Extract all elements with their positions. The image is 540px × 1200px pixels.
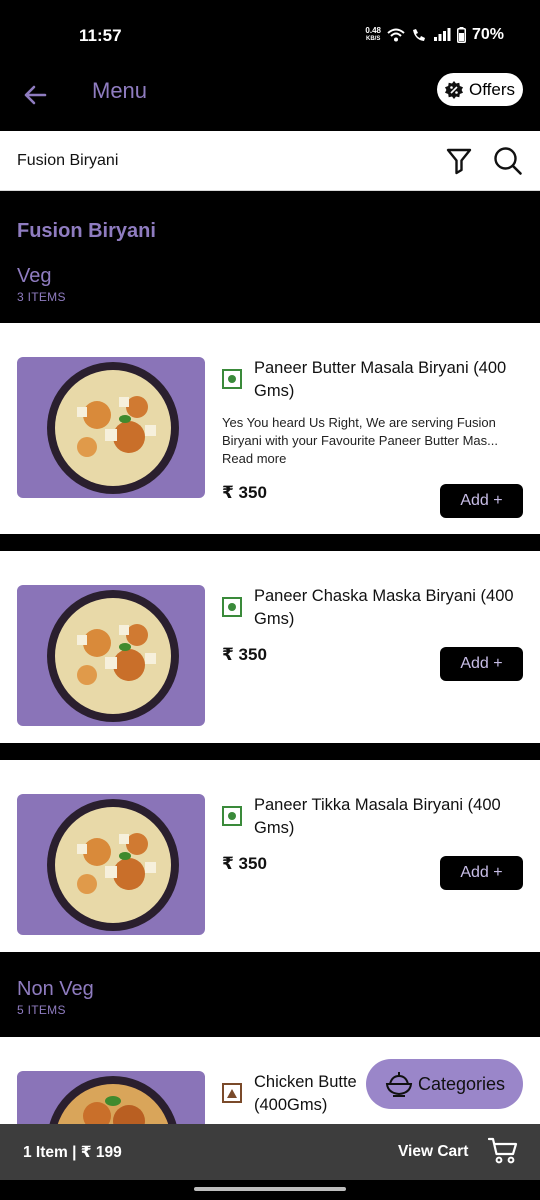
menu-item-card[interactable]: Paneer Butter Masala Biryani (400 Gms) Y… <box>0 323 540 534</box>
cart-bar[interactable]: 1 Item | ₹ 199 View Cart <box>0 1124 540 1180</box>
item-price: ₹ 350 <box>222 645 267 664</box>
wifi-icon <box>387 28 405 42</box>
categories-label: Categories <box>417 1073 506 1094</box>
items-count-non-veg: 5 ITEMS <box>17 1003 66 1017</box>
section-header-non-veg: Non Veg 5 ITEMS <box>0 952 540 1037</box>
menu-item-card[interactable]: Paneer Tikka Masala Biryani (400 Gms) ₹ … <box>0 760 540 952</box>
read-more-link[interactable]: Read more <box>222 451 286 466</box>
wifi-call-icon <box>412 29 425 41</box>
veg-indicator-icon <box>222 806 242 826</box>
food-image <box>17 585 205 726</box>
app-bar: Menu Offers <box>0 72 540 130</box>
offer-badge-icon <box>445 80 463 99</box>
item-price: ₹ 350 <box>222 854 267 873</box>
search-icon[interactable] <box>493 146 523 176</box>
battery-percent: 70% <box>471 26 504 43</box>
offers-button[interactable]: Offers <box>437 73 523 106</box>
food-bowl-icon <box>385 1072 413 1097</box>
group-title-veg: Veg <box>17 265 52 287</box>
non-veg-indicator-icon <box>222 1083 242 1103</box>
page-title: Menu <box>92 78 148 103</box>
section-header-veg: Fusion Biryani Veg 3 ITEMS <box>0 192 540 323</box>
system-nav-bar <box>0 1180 540 1200</box>
items-count-veg: 3 ITEMS <box>17 290 66 304</box>
add-button[interactable]: Add + <box>440 856 523 890</box>
biryani-bowl-illustration <box>47 362 179 494</box>
item-name-line2: (400Gms) <box>254 1096 328 1114</box>
veg-indicator-icon <box>222 369 242 389</box>
status-bar: 11:57 0.48 KB/S 70% <box>0 0 540 72</box>
veg-indicator-icon <box>222 597 242 617</box>
item-price: ₹ 350 <box>222 483 267 502</box>
back-arrow-icon <box>24 85 47 105</box>
add-button[interactable]: Add + <box>440 484 523 518</box>
network-speed-unit: KB/S <box>366 36 381 42</box>
cart-icon[interactable] <box>488 1137 518 1165</box>
section-title: Fusion Biryani <box>17 220 156 242</box>
status-icons: 0.48 KB/S 70% <box>365 26 504 44</box>
food-image <box>17 1071 205 1125</box>
cart-summary: 1 Item | ₹ 199 <box>23 1144 122 1161</box>
network-speed-value: 0.48 <box>365 26 381 35</box>
view-cart-button[interactable]: View Cart <box>398 1143 468 1161</box>
search-row: Fusion Biryani <box>0 131 540 191</box>
battery-icon <box>456 27 466 43</box>
item-description: Yes You heard Us Right, We are serving F… <box>222 414 522 468</box>
signal-icon <box>433 28 451 41</box>
group-title-non-veg: Non Veg <box>17 978 94 1000</box>
offers-label: Offers <box>469 79 515 99</box>
menu-item-card[interactable]: Paneer Chaska Maska Biryani (400 Gms) ₹ … <box>0 551 540 743</box>
categories-button[interactable]: Categories <box>366 1059 523 1109</box>
chicken-biryani-illustration <box>49 1076 177 1125</box>
current-category-label: Fusion Biryani <box>17 152 119 169</box>
food-image <box>17 357 205 498</box>
item-description-text: Yes You heard Us Right, We are serving F… <box>222 415 499 448</box>
item-name: Paneer Chaska Maska Biryani (400 Gms) <box>254 587 514 628</box>
item-name: Paneer Tikka Masala Biryani (400 Gms) <box>254 796 501 837</box>
home-indicator[interactable] <box>194 1187 346 1191</box>
status-time: 11:57 <box>79 26 122 45</box>
biryani-bowl-illustration <box>47 799 179 931</box>
item-name: Paneer Butter Masala Biryani (400 Gms) <box>254 359 507 400</box>
network-speed: 0.48 KB/S <box>365 27 381 43</box>
food-image <box>17 794 205 935</box>
filter-icon[interactable] <box>446 147 472 175</box>
back-button[interactable] <box>18 78 52 112</box>
item-name-line1: Chicken Butte <box>254 1073 357 1091</box>
add-button[interactable]: Add + <box>440 647 523 681</box>
biryani-bowl-illustration <box>47 590 179 722</box>
